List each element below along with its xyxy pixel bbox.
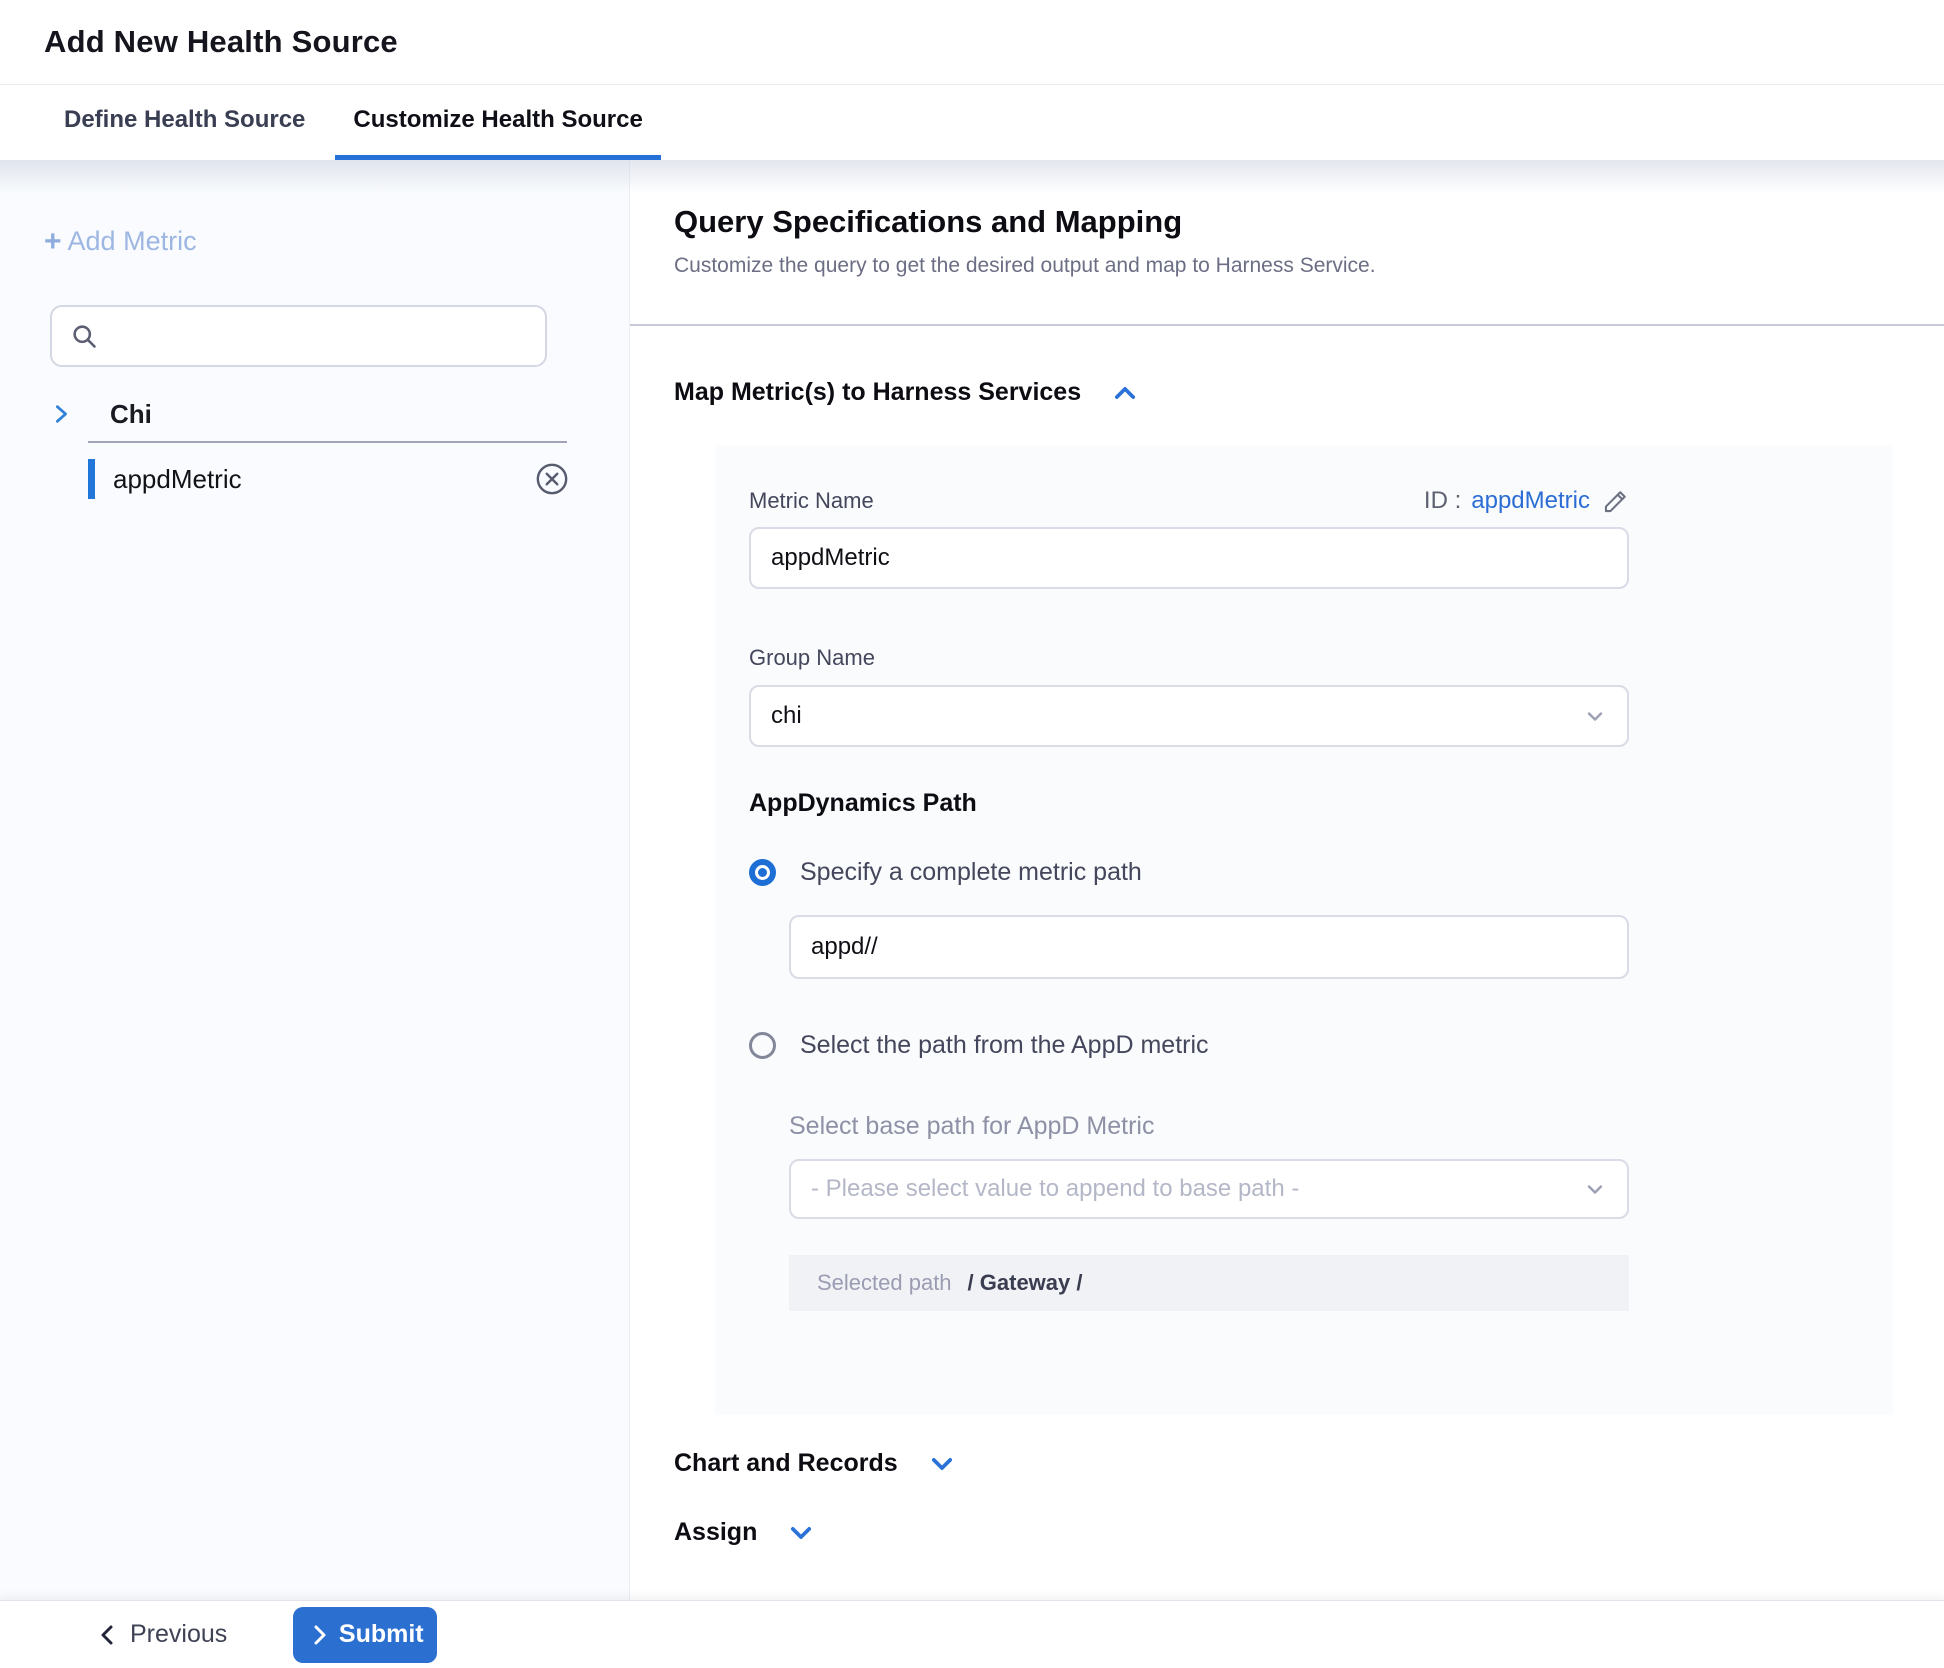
metric-search [50, 305, 547, 367]
group-name-label: Chi [110, 399, 152, 430]
search-icon [70, 322, 98, 350]
id-prefix-label: ID : [1424, 487, 1461, 515]
radio-select-path-from-appd[interactable]: Select the path from the AppD metric [749, 1031, 1859, 1060]
content-divider [630, 324, 1944, 326]
plus-icon: + [44, 227, 62, 257]
selected-path-value: / Gateway / [968, 1270, 1083, 1296]
metric-name-input[interactable] [749, 527, 1629, 589]
group-name-field-label: Group Name [749, 645, 1859, 671]
remove-metric-icon[interactable] [535, 462, 569, 496]
dialog-header: Add New Health Source [0, 0, 1944, 85]
query-spec-panel: Query Specifications and Mapping Customi… [630, 160, 1944, 1600]
add-metric-label: Add Metric [68, 226, 197, 257]
selected-indicator-bar [88, 459, 95, 499]
dialog-body: + Add Metric Chi appdMetric [0, 160, 1944, 1600]
section-heading: Map Metric(s) to Harness Services [674, 378, 1081, 407]
section-heading: Chart and Records [674, 1449, 898, 1478]
section-chart-and-records[interactable]: Chart and Records [674, 1449, 1944, 1478]
add-health-source-dialog: Add New Health Source Define Health Sour… [0, 0, 1944, 1668]
section-assign[interactable]: Assign [674, 1518, 1944, 1547]
metric-group-chi[interactable]: Chi [50, 399, 629, 429]
submit-label: Submit [339, 1620, 424, 1649]
selected-path-row: Selected path / Gateway / [789, 1255, 1629, 1311]
section-map-metrics[interactable]: Map Metric(s) to Harness Services [674, 378, 1944, 407]
tab-bar: Define Health Source Customize Health So… [0, 85, 1944, 160]
metric-id-row: ID : appdMetric [1424, 487, 1629, 515]
radio-selected-icon[interactable] [749, 859, 776, 886]
radio-complete-metric-path[interactable]: Specify a complete metric path [749, 858, 1859, 887]
add-metric-button[interactable]: + Add Metric [44, 226, 197, 257]
edit-pencil-icon[interactable] [1602, 488, 1629, 515]
radio-label: Specify a complete metric path [800, 858, 1142, 887]
page-title: Query Specifications and Mapping [674, 204, 1944, 240]
group-name-select[interactable]: chi [749, 685, 1629, 747]
previous-button[interactable]: Previous [96, 1620, 227, 1649]
chevron-right-icon [307, 1623, 331, 1647]
tab-customize-health-source[interactable]: Customize Health Source [335, 85, 660, 160]
metrics-sidebar: + Add Metric Chi appdMetric [0, 160, 630, 1600]
group-name-select-value: chi [771, 702, 802, 730]
selected-path-label: Selected path [817, 1270, 952, 1296]
chevron-right-icon [50, 403, 72, 425]
tab-define-health-source[interactable]: Define Health Source [64, 85, 305, 160]
tab-label: Customize Health Source [353, 106, 642, 134]
chevron-down-icon[interactable] [787, 1519, 815, 1547]
radio-label: Select the path from the AppD metric [800, 1031, 1209, 1060]
map-metrics-form: Metric Name ID : appdMetric Group Nam [715, 445, 1893, 1415]
chevron-down-icon[interactable] [928, 1450, 956, 1478]
search-input[interactable] [112, 322, 527, 350]
section-heading: Assign [674, 1518, 757, 1547]
appdynamics-path-heading: AppDynamics Path [749, 789, 1859, 818]
chevron-left-icon [96, 1623, 120, 1647]
base-path-select[interactable]: - Please select value to append to base … [789, 1159, 1629, 1219]
dialog-footer: Previous Submit [0, 1600, 1944, 1668]
page-subtitle: Customize the query to get the desired o… [674, 254, 1944, 278]
chevron-up-icon[interactable] [1111, 379, 1139, 407]
metric-name-label: Metric Name [749, 488, 874, 514]
tab-label: Define Health Source [64, 106, 305, 134]
sidebar-divider [88, 441, 567, 443]
submit-button[interactable]: Submit [293, 1607, 437, 1663]
chevron-down-icon [1583, 704, 1607, 728]
base-path-label: Select base path for AppD Metric [789, 1112, 1859, 1141]
chevron-down-icon [1583, 1177, 1607, 1201]
complete-metric-path-input[interactable] [789, 915, 1629, 979]
metric-id-link[interactable]: appdMetric [1471, 487, 1590, 515]
previous-label: Previous [130, 1620, 227, 1649]
dialog-title: Add New Health Source [44, 24, 398, 60]
base-path-placeholder: - Please select value to append to base … [811, 1175, 1299, 1203]
metric-item-label: appdMetric [113, 464, 242, 495]
metric-list-item-appdmetric[interactable]: appdMetric [0, 457, 629, 501]
radio-unselected-icon[interactable] [749, 1032, 776, 1059]
